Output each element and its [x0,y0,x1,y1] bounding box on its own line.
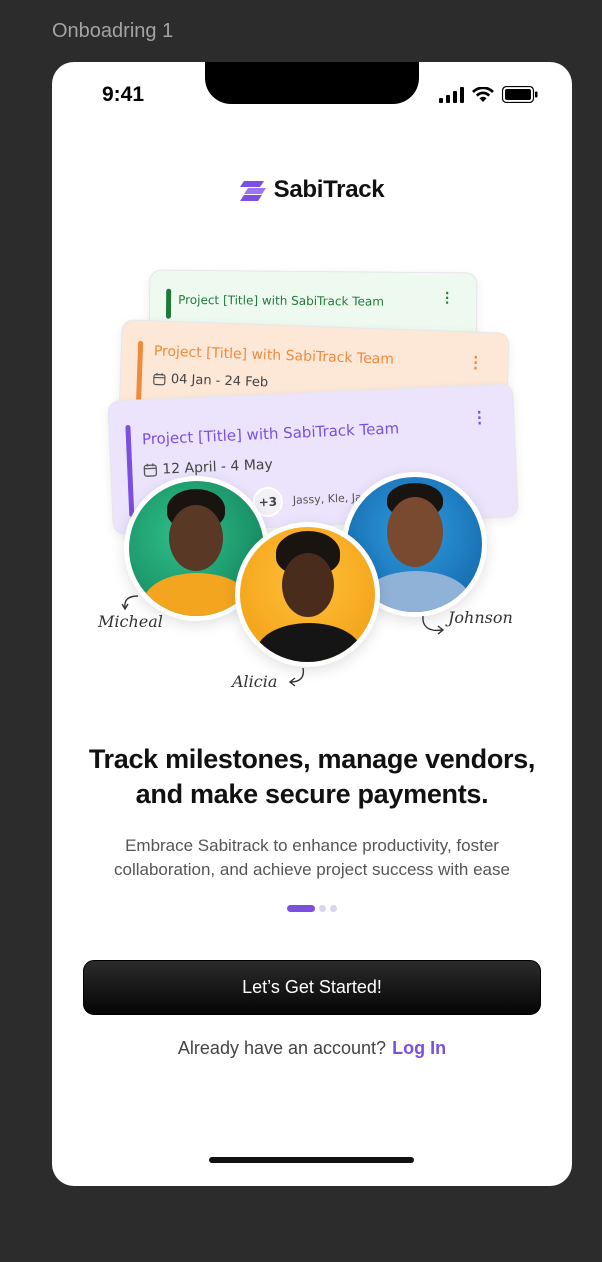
card-title: Project [Title] with SabiTrack Team [141,419,400,449]
calendar-icon [153,372,166,386]
battery-icon [502,86,538,103]
brand-logo: SabiTrack [52,176,572,204]
card-title: Project [Title] with SabiTrack Team [178,292,385,309]
name-tag-johnson: Johnson [448,608,513,627]
curved-arrow-icon [288,667,305,687]
avatar-alicia [235,522,380,667]
more-options-icon: ⋮ [467,354,484,372]
curved-arrow-icon [121,595,139,611]
subtext: Embrace Sabitrack to enhance productivit… [114,836,510,879]
more-options-icon: ⋮ [471,409,488,428]
name-tag-micheal: Micheal [98,612,163,631]
signal-icon [439,86,464,103]
notch [205,62,419,104]
pagination-dot-active[interactable] [287,905,315,912]
card-date: 04 Jan - 24 Feb [153,371,269,391]
avatar-face [282,553,334,617]
more-options-icon: ⋮ [440,289,455,306]
headline: Track milestones, manage vendors, and ma… [88,744,536,809]
avatar-face [387,497,443,567]
login-row: Already have an account? Log In [52,1038,572,1059]
frame-label: Onboadring 1 [52,20,174,42]
wifi-icon [472,86,494,102]
pagination-dot[interactable] [319,905,326,912]
pagination-dot[interactable] [330,905,337,912]
phone-screen: 9:41 SabiTrack Project [Title] with Sabi… [52,62,572,1186]
card-accent-bar [125,424,135,518]
login-prompt: Already have an account? [177,1038,387,1058]
card-date-text: 12 April - 4 May [161,456,274,478]
card-title: Project [Title] with SabiTrack Team [153,343,395,368]
get-started-button[interactable]: Let’s Get Started! [83,960,541,1015]
login-link[interactable]: Log In [392,1038,446,1058]
status-icons [439,86,538,103]
avatar-photo [240,527,375,662]
name-tag-alicia: Alicia [232,672,278,691]
status-time: 9:41 [102,83,145,106]
calendar-icon [143,463,158,477]
home-indicator [209,1157,414,1163]
avatar-body [256,623,362,662]
brand-name: SabiTrack [273,176,385,203]
avatar-face [169,505,223,571]
card-accent-bar [165,288,172,319]
sabitrack-logo-icon [239,181,266,201]
card-date: 12 April - 4 May [143,457,273,479]
curved-arrow-icon [422,615,445,635]
pagination-dots [52,905,572,912]
card-date-text: 04 Jan - 24 Feb [170,372,269,391]
